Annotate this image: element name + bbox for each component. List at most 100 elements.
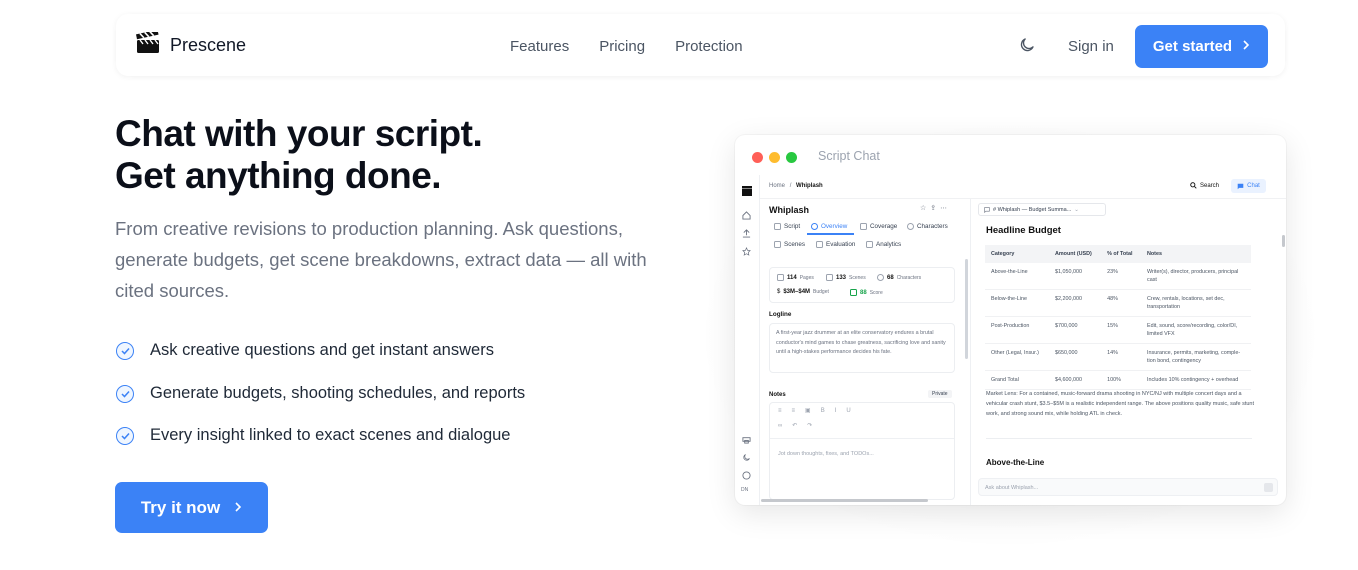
stat-budget: $ $3M–$4M Budget bbox=[777, 289, 829, 295]
table-cell: Grand Total bbox=[985, 370, 1049, 390]
table-cell: 14% bbox=[1101, 343, 1141, 371]
table-row: Other (Legal, Insur.) $650,000 14% Insuranc… bbox=[985, 343, 1251, 371]
chevron-down-icon: ⌄ bbox=[1074, 206, 1079, 213]
film-icon bbox=[826, 274, 833, 281]
chat-panel: # Whiplash — Budget Summa... ⌄ Headline … bbox=[970, 199, 1286, 505]
tab-characters[interactable]: Characters bbox=[907, 223, 948, 230]
hero-title-line-1: Chat with your script. bbox=[115, 113, 483, 154]
table-cell: $650,000 bbox=[1048, 343, 1102, 371]
chat-icon bbox=[984, 206, 990, 213]
moon-icon[interactable] bbox=[1018, 36, 1038, 56]
bold-icon[interactable]: B bbox=[821, 408, 835, 414]
minimize-dot bbox=[769, 152, 780, 163]
clapperboard-icon[interactable] bbox=[742, 183, 752, 196]
search-button[interactable]: Search bbox=[1190, 182, 1219, 189]
feature-text: Ask creative questions and get instant a… bbox=[150, 341, 494, 359]
stat-label: Score bbox=[869, 289, 883, 296]
home-icon[interactable] bbox=[742, 207, 752, 220]
feature-item: Every insight linked to exact scenes and… bbox=[116, 426, 510, 445]
ask-input[interactable]: Ask about Whiplash... bbox=[978, 478, 1278, 496]
grid-icon bbox=[774, 241, 781, 248]
project-actions: ☆⇪⋯ bbox=[920, 204, 951, 212]
trophy-icon bbox=[816, 241, 823, 248]
table-cell: Insurance, permits, marketing, comple-ti… bbox=[1141, 343, 1251, 371]
window-titlebar: Script Chat bbox=[735, 135, 1286, 175]
close-dot bbox=[752, 152, 763, 163]
stat-scenes: 133 Scenes bbox=[826, 274, 866, 281]
user-avatar[interactable]: DN bbox=[741, 487, 751, 497]
tab-overview[interactable]: Overview bbox=[811, 223, 847, 230]
tab-scenes[interactable]: Scenes bbox=[774, 241, 805, 248]
breadcrumb-home[interactable]: Home bbox=[769, 183, 785, 189]
chat-button[interactable]: Chat bbox=[1231, 179, 1266, 193]
table-cell: Crew, rentals, locations, set dec, trans… bbox=[1141, 289, 1251, 317]
hero-title: Chat with your script. Get anything done… bbox=[115, 113, 483, 197]
stat-pages: 114 Pages bbox=[777, 274, 814, 281]
upload-icon[interactable] bbox=[742, 225, 752, 238]
breadcrumb: Home / Whiplash bbox=[769, 183, 823, 189]
tab-script[interactable]: Script bbox=[774, 223, 800, 230]
share-icon[interactable]: ⇪ bbox=[930, 205, 940, 212]
search-icon bbox=[1190, 182, 1197, 189]
brand[interactable]: Prescene bbox=[135, 29, 246, 59]
budget-heading: Headline Budget bbox=[986, 225, 1061, 236]
notes-toolbar-row2: ∞↶↷ bbox=[778, 422, 822, 429]
table-cell: 48% bbox=[1101, 289, 1141, 317]
nav-link-pricing[interactable]: Pricing bbox=[599, 38, 645, 55]
chat-selector[interactable]: # Whiplash — Budget Summa... ⌄ bbox=[978, 203, 1106, 216]
nav-link-features[interactable]: Features bbox=[510, 38, 569, 55]
stat-label: Budget bbox=[813, 289, 829, 295]
hero-subtitle: From creative revisions to production pl… bbox=[115, 218, 647, 301]
check-circle-icon bbox=[116, 384, 134, 403]
tab-coverage[interactable]: Coverage bbox=[860, 223, 897, 230]
list-icon[interactable]: ≡ bbox=[778, 408, 792, 414]
project-title: Whiplash bbox=[769, 205, 809, 215]
tab-analytics[interactable]: Analytics bbox=[866, 241, 901, 248]
tab-label: Characters bbox=[917, 223, 948, 230]
get-started-button[interactable]: Get started bbox=[1135, 25, 1268, 68]
table-header-cell: Notes bbox=[1141, 245, 1251, 263]
table-row: Above-the-Line $1,050,000 23% Writer(s), di… bbox=[985, 263, 1251, 290]
star-icon[interactable]: ☆ bbox=[920, 205, 930, 212]
help-icon[interactable] bbox=[742, 467, 752, 480]
stat-value: 88 bbox=[860, 289, 867, 296]
more-icon[interactable]: ⋯ bbox=[940, 205, 951, 212]
send-icon[interactable] bbox=[1264, 483, 1273, 492]
ordered-list-icon[interactable]: ≡ bbox=[792, 408, 806, 414]
left-scrollbar[interactable] bbox=[965, 259, 968, 359]
printer-icon[interactable] bbox=[742, 431, 752, 444]
tab-label: Scenes bbox=[784, 241, 806, 248]
undo-icon[interactable]: ↶ bbox=[792, 423, 807, 429]
feature-text: Generate budgets, shooting schedules, an… bbox=[150, 384, 526, 402]
tab-label: Script bbox=[784, 223, 801, 230]
stat-characters: 68 Characters bbox=[877, 274, 921, 281]
home-icon bbox=[811, 223, 818, 230]
redo-icon[interactable]: ↷ bbox=[807, 423, 822, 429]
section-heading: Above-the-Line bbox=[986, 458, 1045, 467]
image-icon[interactable]: ▣ bbox=[805, 408, 821, 414]
notes-placeholder[interactable]: Jot down thoughts, fixes, and TODOs... bbox=[778, 451, 874, 457]
moon-icon[interactable] bbox=[742, 449, 752, 461]
stat-value: $3M–$4M bbox=[783, 289, 811, 295]
right-scrollbar[interactable] bbox=[1282, 235, 1285, 247]
italic-icon[interactable]: I bbox=[835, 408, 847, 414]
table-cell: Edit, sound, score/recording, color/DI, … bbox=[1141, 316, 1251, 344]
logline-label: Logline bbox=[769, 311, 792, 318]
users-icon bbox=[877, 274, 884, 281]
chart-icon bbox=[866, 241, 873, 248]
star-icon[interactable] bbox=[742, 243, 752, 256]
tab-evaluation[interactable]: Evaluation bbox=[816, 241, 855, 248]
notes-private-badge[interactable]: Private bbox=[928, 390, 952, 398]
table-row: Grand Total $4,600,000 100% Includes 10% co… bbox=[985, 370, 1251, 390]
maximize-dot bbox=[786, 152, 797, 163]
table-cell: Post-Production bbox=[985, 316, 1049, 344]
stat-label: Characters bbox=[896, 274, 922, 281]
nav-link-protection[interactable]: Protection bbox=[675, 38, 743, 55]
try-it-now-button[interactable]: Try it now bbox=[115, 482, 268, 533]
link-icon[interactable]: ∞ bbox=[778, 423, 792, 429]
sign-in-link[interactable]: Sign in bbox=[1068, 38, 1114, 55]
underline-icon[interactable]: U bbox=[846, 408, 860, 414]
table-header-cell: Category bbox=[985, 245, 1049, 263]
chat-label: Chat bbox=[1247, 183, 1260, 189]
horizontal-scrollbar[interactable] bbox=[761, 499, 928, 502]
